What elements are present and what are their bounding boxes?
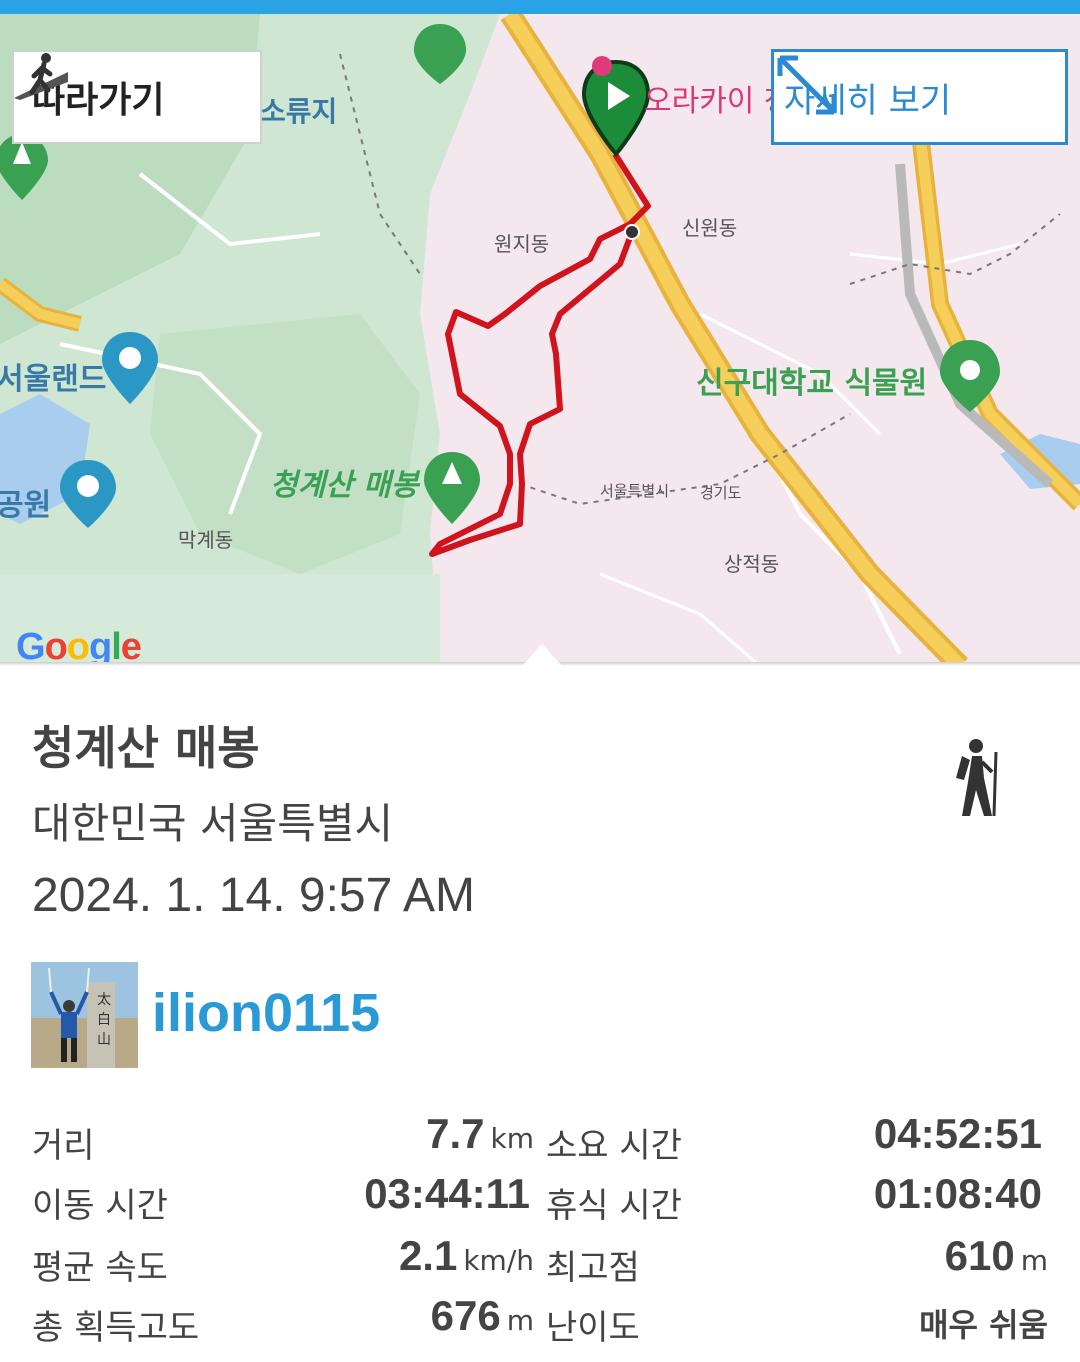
follow-button[interactable]: 따라가기 — [12, 50, 262, 144]
hiking-icon — [956, 739, 998, 817]
stat-label-max-elevation: 최고점 — [546, 1248, 640, 1288]
stat-label-duration: 소요 시간 — [546, 1126, 682, 1166]
user-avatar[interactable]: 太 白 山 — [31, 962, 138, 1068]
map-label-sinwon-dong: 신원동 — [682, 216, 738, 240]
map-label-shingu-garden: 신구대학교 식물원 — [696, 366, 928, 401]
svg-text:白: 白 — [97, 1012, 111, 1028]
stat-value-rest-time: 01:08:40 — [873, 1170, 1042, 1217]
map-label-orakai: 오라카이 청 — [644, 84, 792, 119]
stat-label-difficulty: 난이도 — [546, 1308, 640, 1348]
stat-value-distance: 7.7 km — [426, 1110, 534, 1157]
activity-location: 대한민국 서울특별시 — [32, 799, 394, 848]
map-label-gyeonggi: 경기도 — [700, 484, 742, 502]
google-logo: Google — [16, 626, 142, 666]
username-link[interactable]: ilion0115 — [152, 982, 380, 1044]
map-label-makgye-dong: 막계동 — [178, 528, 234, 552]
stat-label-moving-time: 이동 시간 — [32, 1186, 168, 1226]
stat-value-moving-time: 03:44:11 — [364, 1170, 530, 1217]
map-label-park: 공원 — [0, 488, 52, 523]
activity-title: 청계산 매봉 — [32, 721, 260, 775]
stat-value-max-elevation: 610 m — [944, 1232, 1048, 1279]
stat-label-distance: 거리 — [32, 1126, 95, 1166]
tree-pin-icon — [424, 452, 480, 524]
map-label-cheonggye-maebong: 청계산 매봉 — [270, 468, 419, 503]
map-label-seoul-border: 서울특별시 — [600, 482, 670, 500]
stat-value-difficulty: 매우 쉬움 — [919, 1306, 1048, 1344]
activity-datetime: 2024. 1. 14. 9:57 AM — [32, 869, 475, 922]
stat-label-total-ascent: 총 획득고도 — [32, 1308, 200, 1348]
map-label-wonji-dong: 원지동 — [494, 232, 550, 256]
map-label-suryuji: 소류지 — [260, 95, 338, 128]
stat-value-avg-speed: 2.1 km/h — [398, 1232, 534, 1279]
map-pointer-notch — [522, 644, 562, 666]
view-details-button[interactable]: 자세히 보기 — [771, 49, 1068, 145]
svg-text:山: 山 — [97, 1032, 111, 1048]
top-status-bar — [0, 0, 1080, 14]
follow-walker-icon — [14, 53, 68, 100]
svg-text:太: 太 — [97, 992, 111, 1008]
map-label-sangjeok-dong: 상적동 — [724, 552, 780, 576]
stat-value-duration: 04:52:51 — [873, 1110, 1042, 1157]
map-label-seouland: 서울랜드 — [0, 362, 107, 397]
stat-value-total-ascent: 676 m — [430, 1292, 534, 1339]
expand-icon — [777, 55, 837, 115]
route-map[interactable]: 소류지 서울랜드 공원 청계산 매봉 막계동 원지동 신원동 신구대학교 식물원… — [0, 14, 1080, 666]
stat-label-rest-time: 휴식 시간 — [546, 1186, 682, 1226]
stat-label-avg-speed: 평균 속도 — [32, 1248, 168, 1288]
